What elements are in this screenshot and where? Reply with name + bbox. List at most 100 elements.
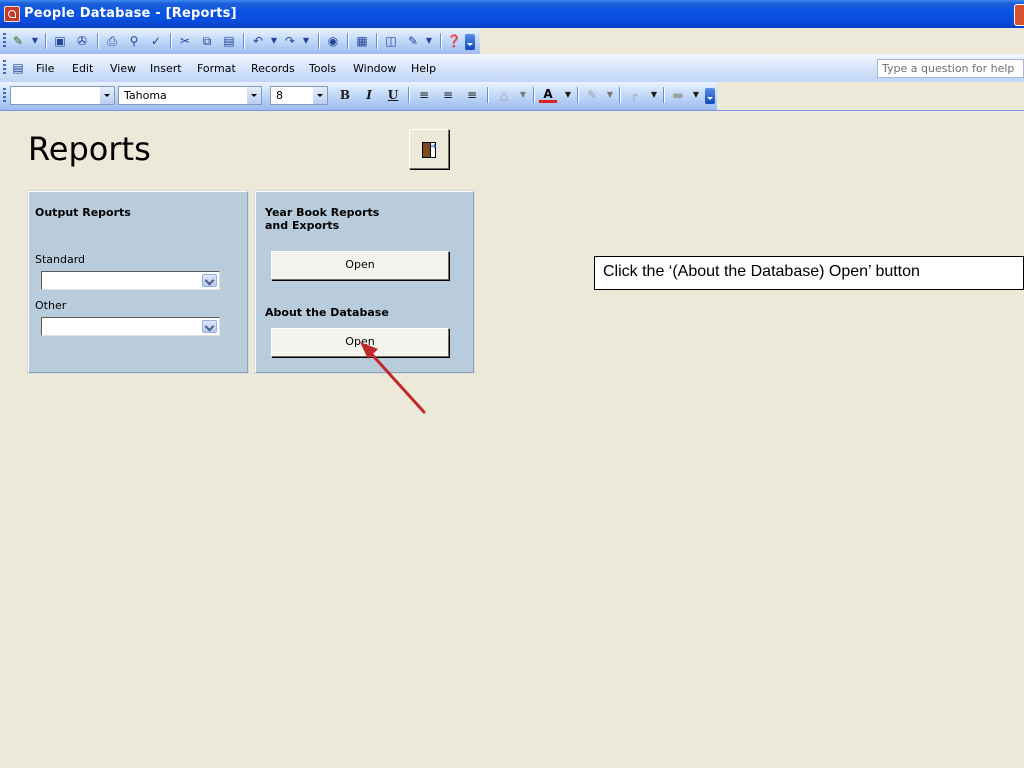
- line-color-dropdown-icon[interactable]: ▼: [601, 87, 619, 103]
- toolbar-separator: [170, 33, 172, 49]
- font-size-value: 8: [276, 89, 283, 102]
- chevron-down-icon[interactable]: [313, 87, 327, 104]
- menu-tools[interactable]: Tools: [309, 62, 336, 75]
- toolbar-empty-area: [717, 82, 1024, 110]
- file-search-icon[interactable]: ✇: [74, 33, 90, 49]
- about-heading: About the Database: [265, 306, 389, 319]
- toolbar-separator: [440, 33, 442, 49]
- line-width-dropdown-icon[interactable]: ▼: [687, 87, 705, 103]
- toolbar-separator: [97, 33, 99, 49]
- chevron-down-icon[interactable]: [247, 87, 261, 104]
- font-size-combo[interactable]: 8: [270, 86, 328, 105]
- toolbar-separator: [663, 87, 665, 103]
- toolbar-options-icon[interactable]: [465, 34, 475, 50]
- toolbar-separator: [347, 33, 349, 49]
- menu-help[interactable]: Help: [411, 62, 436, 75]
- print-preview-icon[interactable]: ⚲: [126, 33, 142, 49]
- line-color-icon[interactable]: ✎: [583, 87, 601, 103]
- exit-button[interactable]: [409, 129, 449, 169]
- formatting-toolbar: Tahoma 8 B I U ≡ ≡ ≡ △ ▼ A ▼ ✎ ▼ ┌ ▼ ▬ ▼: [0, 82, 1024, 110]
- toolbar-separator: [45, 33, 47, 49]
- cut-icon[interactable]: ✂: [177, 33, 193, 49]
- menu-format[interactable]: Format: [197, 62, 236, 75]
- properties-icon[interactable]: ▦: [354, 33, 370, 49]
- redo-dropdown-icon[interactable]: ▼: [298, 33, 314, 49]
- output-reports-heading: Output Reports: [35, 206, 131, 219]
- help-icon[interactable]: ❓: [446, 33, 462, 49]
- other-label: Other: [35, 299, 67, 312]
- toolbar-empty-area: [480, 28, 1024, 54]
- copy-icon[interactable]: ⧉: [199, 33, 215, 49]
- toolbar-options-icon[interactable]: [705, 88, 715, 104]
- toolbar-separator: [577, 87, 579, 103]
- toolbar-separator: [408, 87, 410, 103]
- save-icon[interactable]: ▣: [52, 33, 68, 49]
- align-left-icon[interactable]: ≡: [415, 87, 433, 103]
- chevron-down-icon[interactable]: [100, 87, 114, 104]
- instruction-callout: Click the ‘(About the Database) Open’ bu…: [594, 256, 1024, 290]
- line-width-icon[interactable]: ▬: [669, 87, 687, 103]
- menu-edit[interactable]: Edit: [72, 62, 93, 75]
- fill-color-dropdown-icon[interactable]: ▼: [514, 87, 532, 103]
- title-bar: People Database - [Reports]: [0, 0, 1024, 28]
- pointer-arrow-shaft: [364, 346, 426, 414]
- toolbar-separator: [318, 33, 320, 49]
- new-object-icon[interactable]: ✎: [405, 33, 421, 49]
- border-dropdown-icon[interactable]: ▼: [645, 87, 663, 103]
- other-report-select[interactable]: [41, 317, 220, 336]
- database-window-icon[interactable]: ◫: [383, 33, 399, 49]
- menu-file[interactable]: File: [36, 62, 54, 75]
- window-controls-edge[interactable]: [1014, 4, 1024, 26]
- fill-color-icon[interactable]: △: [495, 87, 513, 103]
- border-icon[interactable]: ┌: [625, 87, 643, 103]
- standard-label: Standard: [35, 253, 86, 266]
- underline-button[interactable]: U: [384, 87, 402, 103]
- menu-insert[interactable]: Insert: [150, 62, 182, 75]
- align-center-icon[interactable]: ≡: [439, 87, 457, 103]
- exit-door-icon: [422, 142, 437, 158]
- yearbook-heading: Year Book Reports and Exports: [265, 206, 380, 232]
- ask-question-input[interactable]: Type a question for help: [877, 59, 1024, 78]
- font-name-combo[interactable]: Tahoma: [118, 86, 262, 105]
- spelling-icon[interactable]: ✓: [148, 33, 164, 49]
- print-icon[interactable]: ⎙: [104, 33, 120, 49]
- redo-icon[interactable]: ↷: [282, 33, 298, 49]
- form-control-menu-icon[interactable]: ▤: [10, 60, 26, 76]
- pointer-arrow: [360, 342, 426, 414]
- menu-window[interactable]: Window: [353, 62, 396, 75]
- chevron-down-icon[interactable]: [202, 320, 217, 333]
- window-title: People Database - [Reports]: [24, 6, 237, 21]
- menu-records[interactable]: Records: [251, 62, 295, 75]
- object-combo[interactable]: [10, 86, 115, 105]
- view-design-icon[interactable]: ✎: [10, 33, 26, 49]
- standard-toolbar: ✎ ▼ ▣ ✇ ⎙ ⚲ ✓ ✂ ⧉ ▤ ↶ ▼ ↷ ▼ ◉ ▦ ◫ ✎ ▼ ❓: [0, 28, 1024, 54]
- toolbar-grip[interactable]: [3, 88, 6, 104]
- standard-report-select[interactable]: [41, 271, 220, 290]
- toolbar-separator: [619, 87, 621, 103]
- paste-icon[interactable]: ▤: [221, 33, 237, 49]
- undo-icon[interactable]: ↶: [250, 33, 266, 49]
- font-name-value: Tahoma: [124, 89, 167, 102]
- italic-button[interactable]: I: [360, 87, 378, 103]
- toolbar-separator: [243, 33, 245, 49]
- page-title: Reports: [28, 130, 151, 168]
- align-right-icon[interactable]: ≡: [463, 87, 481, 103]
- view-dropdown-icon[interactable]: ▼: [27, 33, 43, 49]
- office-links-icon[interactable]: ◉: [325, 33, 341, 49]
- bold-button[interactable]: B: [336, 87, 354, 103]
- new-object-dropdown-icon[interactable]: ▼: [421, 33, 437, 49]
- yearbook-open-button[interactable]: Open: [271, 251, 449, 280]
- access-app-icon[interactable]: [4, 6, 20, 22]
- toolbar-separator: [533, 87, 535, 103]
- menu-bar: ▤ File Edit View Insert Format Records T…: [0, 54, 1024, 82]
- font-color-button[interactable]: A: [539, 87, 557, 103]
- menu-view[interactable]: View: [110, 62, 136, 75]
- undo-dropdown-icon[interactable]: ▼: [266, 33, 282, 49]
- toolbar-grip[interactable]: [3, 33, 6, 49]
- toolbar-separator: [487, 87, 489, 103]
- toolbar-divider: [0, 110, 1024, 111]
- output-reports-panel: Output Reports Standard Other: [28, 191, 248, 373]
- font-color-dropdown-icon[interactable]: ▼: [559, 87, 577, 103]
- menu-grip[interactable]: [3, 60, 6, 76]
- chevron-down-icon[interactable]: [202, 274, 217, 287]
